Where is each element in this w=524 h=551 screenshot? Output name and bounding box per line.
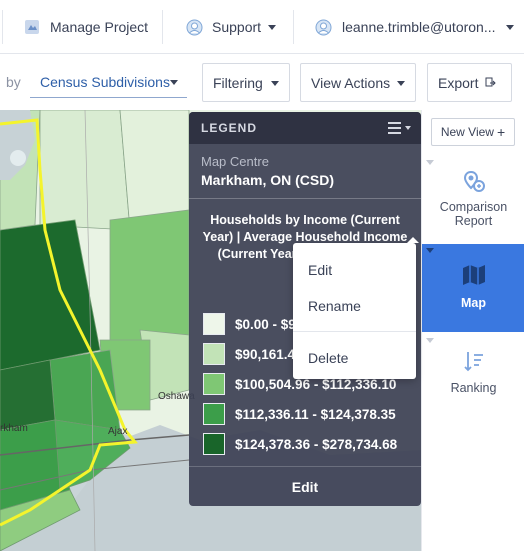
legend-swatch — [203, 313, 225, 335]
rail-item-comparison-report[interactable]: Comparison Report — [422, 168, 524, 240]
support-menu[interactable]: Support — [186, 0, 277, 54]
legend-swatch — [203, 343, 225, 365]
legend-bin: $124,378.36 - $278,734.68 — [203, 432, 397, 456]
map-centre-value: Markham, ON (CSD) — [201, 172, 335, 188]
chevron-down-icon — [170, 80, 178, 85]
rail-item-ranking[interactable]: Ranking — [422, 350, 524, 402]
geography-level-select[interactable]: Census Subdivisions — [30, 66, 187, 98]
divider — [189, 198, 421, 199]
chevron-down-icon — [426, 338, 434, 343]
chevron-down-icon — [268, 24, 277, 30]
chevron-down-icon — [397, 81, 405, 86]
menu-item-delete[interactable]: Delete — [308, 350, 348, 366]
rail-item-label: Comparison Report — [439, 200, 508, 228]
manage-project-link[interactable]: Manage Project — [24, 0, 148, 54]
menu-item-edit[interactable]: Edit — [308, 262, 332, 278]
legend-menu-icon[interactable] — [388, 122, 411, 134]
view-context-menu: Edit Rename Delete — [293, 237, 419, 379]
legend-title: LEGEND — [201, 121, 258, 135]
export-icon — [485, 75, 497, 91]
legend-swatch — [203, 373, 225, 395]
view-toolbar: by Census Subdivisions Filtering View Ac… — [0, 54, 524, 110]
by-label: by — [6, 74, 21, 90]
legend-edit-label: Edit — [291, 478, 319, 495]
filtering-button[interactable]: Filtering — [202, 63, 290, 102]
rail-item-label: Map — [461, 296, 486, 310]
top-bar: Manage Project Support leanne.trimble@ut… — [0, 0, 524, 54]
user-avatar-icon — [315, 19, 332, 36]
divider — [162, 10, 163, 44]
map-pin-icon — [462, 170, 486, 197]
export-button[interactable]: Export — [427, 63, 512, 102]
support-avatar-icon — [186, 19, 203, 36]
divider — [293, 10, 294, 44]
geography-level-value: Census Subdivisions — [40, 73, 170, 90]
new-view-label: New View — [440, 125, 494, 139]
chevron-down-icon — [505, 24, 514, 30]
chevron-down-icon — [426, 160, 434, 165]
legend-swatch — [203, 433, 225, 455]
export-label: Export — [438, 74, 479, 91]
menu-pointer — [407, 237, 419, 243]
map-icon — [462, 264, 486, 289]
support-label: Support — [212, 19, 262, 35]
ranking-icon — [463, 350, 484, 375]
view-rail: New View + Comparison Report Map Ranking — [421, 110, 524, 551]
view-actions-button[interactable]: View Actions — [300, 63, 416, 102]
map-centre-label: Map Centre — [201, 154, 269, 169]
user-menu[interactable]: leanne.trimble@utoron... — [315, 0, 514, 54]
user-email: leanne.trimble@utoron... — [342, 19, 496, 35]
legend-bin: $112,336.11 - $124,378.35 — [203, 402, 396, 426]
new-view-button[interactable]: New View + — [431, 118, 515, 146]
divider — [2, 10, 3, 44]
project-icon — [24, 19, 40, 35]
legend-edit-button[interactable]: Edit — [189, 466, 421, 506]
divider — [293, 331, 416, 332]
legend-bin-label: $112,336.11 - $124,378.35 — [235, 406, 396, 422]
rail-item-label: Ranking — [450, 381, 497, 395]
chevron-down-icon — [271, 81, 279, 86]
plus-icon: + — [496, 124, 506, 140]
map-label-ajax: Ajax — [108, 426, 128, 437]
legend-swatch — [203, 403, 225, 425]
legend-header: LEGEND — [189, 112, 421, 144]
chevron-down-icon — [426, 248, 434, 253]
legend-bin-label: $124,378.36 - $278,734.68 — [235, 436, 398, 452]
view-actions-label: View Actions — [311, 74, 391, 91]
menu-item-rename[interactable]: Rename — [308, 298, 361, 314]
rail-item-map[interactable]: Map — [422, 244, 524, 332]
manage-project-label: Manage Project — [50, 19, 149, 35]
filtering-label: Filtering — [213, 74, 263, 91]
map-label-markham: rkham — [0, 423, 28, 434]
